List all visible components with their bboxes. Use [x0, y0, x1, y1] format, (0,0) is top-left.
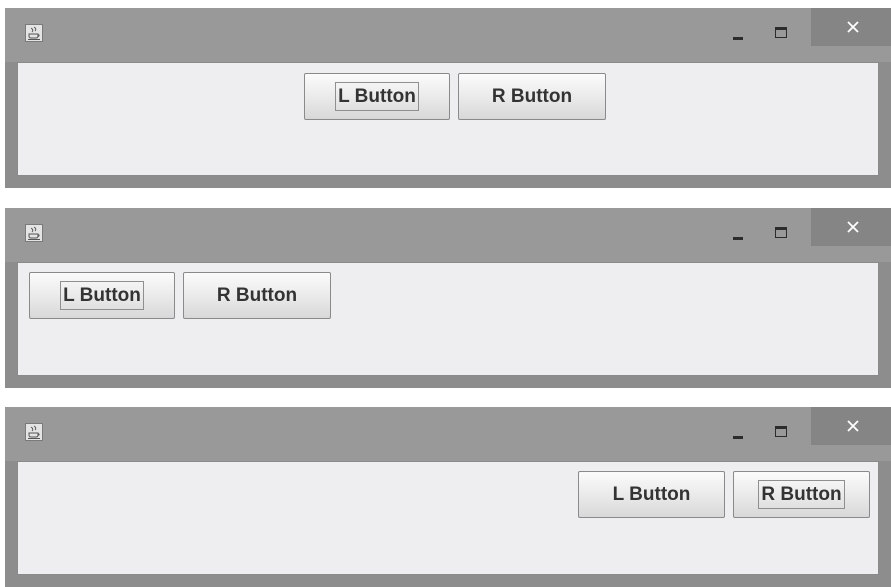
flowlayout-right-window: L Button R Button	[5, 407, 891, 587]
maximize-icon[interactable]	[763, 216, 801, 248]
r-button[interactable]: R Button	[183, 272, 331, 319]
content-pane: L Button R Button	[17, 62, 879, 176]
l-button-label: L Button	[612, 484, 691, 505]
r-button-label: R Button	[491, 86, 573, 107]
l-button-label: L Button	[60, 281, 144, 310]
minimize-icon[interactable]	[716, 16, 754, 48]
maximize-icon[interactable]	[763, 415, 801, 447]
r-button-label: R Button	[216, 285, 298, 306]
maximize-icon[interactable]	[763, 16, 801, 48]
l-button[interactable]: L Button	[29, 272, 175, 319]
title-bar[interactable]	[5, 208, 891, 262]
flowlayout-center-window: L Button R Button	[5, 8, 891, 188]
title-bar[interactable]	[5, 8, 891, 62]
r-button[interactable]: R Button	[458, 73, 606, 120]
close-icon[interactable]	[811, 208, 891, 246]
title-bar[interactable]	[5, 407, 891, 461]
minimize-icon[interactable]	[716, 216, 754, 248]
l-button[interactable]: L Button	[578, 471, 725, 518]
content-pane: L Button R Button	[17, 262, 879, 376]
close-icon[interactable]	[811, 407, 891, 445]
java-cup-icon[interactable]	[25, 224, 43, 242]
content-pane: L Button R Button	[17, 461, 879, 575]
java-cup-icon[interactable]	[25, 24, 43, 42]
flowlayout-left-window: L Button R Button	[5, 208, 891, 388]
close-icon[interactable]	[811, 8, 891, 46]
java-cup-icon[interactable]	[25, 423, 43, 441]
r-button[interactable]: R Button	[733, 471, 870, 518]
l-button[interactable]: L Button	[304, 73, 450, 120]
minimize-icon[interactable]	[716, 415, 754, 447]
l-button-label: L Button	[335, 82, 419, 111]
r-button-label: R Button	[758, 480, 845, 509]
